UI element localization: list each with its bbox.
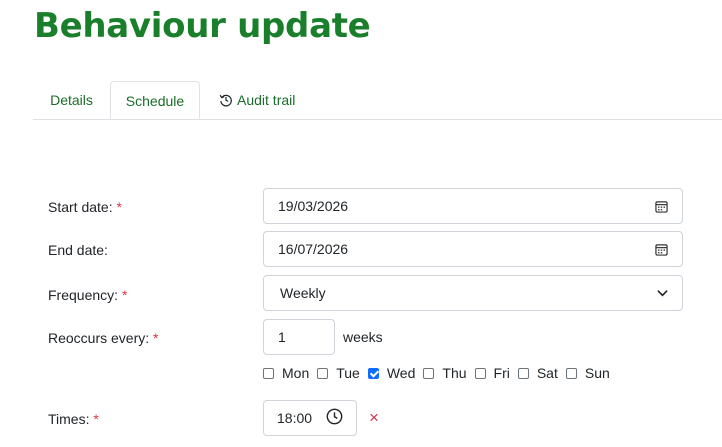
required-mark: * [116,199,122,215]
start-date-label-text: Start date: [48,199,113,215]
tab-audit-trail[interactable]: Audit trail [219,81,295,119]
day-checkbox[interactable] [517,367,529,379]
clock-icon[interactable] [326,408,343,428]
page-title: Behaviour update [34,6,371,46]
calendar-icon[interactable] [655,200,668,213]
tab-audit-trail-label: Audit trail [237,92,296,108]
day-label: Sun [584,365,610,381]
day-label: Tue [336,365,360,381]
tab-bar: Details Schedule Audit trail [33,81,722,120]
tab-details[interactable]: Details [33,81,110,119]
day-label: Sat [536,365,558,381]
required-mark: * [93,411,99,427]
day-option-thu[interactable]: Thu [423,365,467,381]
start-date-label: Start date: * [48,199,122,215]
day-label: Mon [282,365,310,381]
times-label-text: Times: [48,411,90,427]
frequency-label: Frequency: * [48,287,127,303]
remove-time-button[interactable]: × [367,409,381,426]
day-checkbox[interactable] [565,367,577,379]
reoccurs-input[interactable]: 1 [263,319,335,355]
time-input[interactable]: 18:00 [263,400,357,436]
day-option-sun[interactable]: Sun [565,365,610,381]
frequency-select[interactable]: Weekly [263,275,683,311]
day-option-sat[interactable]: Sat [517,365,558,381]
day-option-fri[interactable]: Fri [474,365,510,381]
start-date-value: 19/03/2026 [278,198,349,214]
end-date-label: End date: [48,242,108,258]
tab-schedule[interactable]: Schedule [110,81,200,119]
day-label: Fri [493,365,510,381]
end-date-input[interactable]: 16/07/2026 [263,231,683,267]
end-date-value: 16/07/2026 [278,241,349,257]
frequency-label-text: Frequency: [48,287,119,303]
day-checkbox[interactable] [423,367,435,379]
day-checkbox[interactable] [317,367,329,379]
history-icon [219,93,233,107]
day-label: Wed [386,365,416,381]
chevron-down-icon [657,289,668,297]
day-label: Thu [442,365,467,381]
calendar-icon[interactable] [655,243,668,256]
day-option-wed[interactable]: Wed [367,365,416,381]
day-checkbox[interactable] [367,367,379,379]
reoccurs-unit: weeks [343,329,383,345]
required-mark: * [153,330,159,346]
day-option-tue[interactable]: Tue [317,365,360,381]
frequency-value: Weekly [280,285,326,301]
weekday-checkboxes: Mon Tue Wed Thu Fri Sat Sun [263,365,618,381]
day-checkbox[interactable] [474,367,486,379]
reoccurs-label-text: Reoccurs every: [48,330,150,346]
time-value: 18:00 [277,410,313,426]
reoccurs-label: Reoccurs every: * [48,330,159,346]
start-date-input[interactable]: 19/03/2026 [263,188,683,224]
day-option-mon[interactable]: Mon [263,365,309,381]
times-label: Times: * [48,411,99,427]
required-mark: * [121,287,128,303]
day-checkbox[interactable] [263,367,274,379]
